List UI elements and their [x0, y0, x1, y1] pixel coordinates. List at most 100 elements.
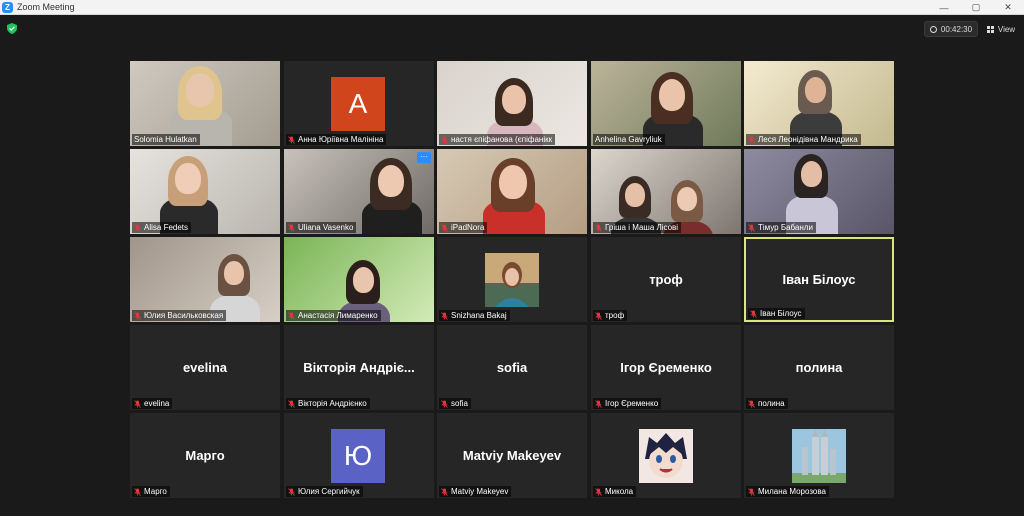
muted-mic-icon: [441, 223, 451, 232]
participant-name-label: Matviy Makeyev: [439, 486, 512, 497]
participant-name-label: sofia: [439, 398, 471, 409]
participant-name: Snizhana Bakaj: [451, 311, 507, 320]
muted-mic-icon: [750, 309, 760, 318]
participant-name-label: Юлия Васильковская: [132, 310, 227, 321]
participant-name-label: Анастасія Лимаренко: [286, 310, 381, 321]
meeting-timer: 00:42:30: [924, 21, 978, 37]
participant-tile[interactable]: Марго Марго: [130, 413, 280, 498]
muted-mic-icon: [748, 135, 758, 144]
muted-mic-icon: [441, 487, 451, 496]
close-button[interactable]: ✕: [992, 0, 1024, 15]
participant-tile[interactable]: ··· Uliana Vasenko: [284, 149, 434, 234]
maximize-button[interactable]: ▢: [960, 0, 992, 15]
muted-mic-icon: [748, 487, 758, 496]
participant-name: Іван Білоус: [760, 309, 802, 318]
participant-name: Юлия Васильковская: [144, 311, 224, 320]
participant-name-label: Іван Білоус: [748, 308, 805, 319]
participant-tile[interactable]: Юлия Васильковская: [130, 237, 280, 322]
minimize-button[interactable]: —: [928, 0, 960, 15]
muted-mic-icon: [595, 311, 605, 320]
profile-picture: [639, 429, 693, 483]
participant-tile[interactable]: настя єпіфанова (єпіфанікк: [437, 61, 587, 146]
participant-name-label: Uliana Vasenko: [286, 222, 357, 233]
participant-name-label: Юлия Сергийчук: [286, 486, 363, 497]
participant-name: Ігор Єременко: [605, 399, 659, 408]
participant-name: iPadNora: [451, 223, 485, 232]
participant-name-label: iPadNora: [439, 222, 488, 233]
participant-name: Solomia Hulatkan: [134, 135, 197, 144]
participant-tile[interactable]: Милана Морозова: [744, 413, 894, 498]
meeting-controls-bar: [0, 508, 1024, 516]
participant-name-label: Тімур Бабанли: [746, 222, 816, 233]
participant-tile[interactable]: A Анна Юріївна Малініна: [284, 61, 434, 146]
muted-mic-icon: [288, 311, 298, 320]
muted-mic-icon: [134, 487, 144, 496]
zoom-logo-icon: Z: [2, 1, 13, 13]
muted-mic-icon: [134, 399, 144, 408]
participant-name: Тімур Бабанли: [758, 223, 813, 232]
participant-tile[interactable]: Анастасія Лимаренко: [284, 237, 434, 322]
participant-tile[interactable]: Тімур Бабанли: [744, 149, 894, 234]
participant-tile[interactable]: Леся Леонідівна Мандрика: [744, 61, 894, 146]
participant-tile[interactable]: Вікторія Андріє... Вікторія Андрієнко: [284, 325, 434, 410]
participant-name: sofia: [451, 399, 468, 408]
participant-tile[interactable]: Іван Білоус Іван Білоус: [744, 237, 894, 322]
view-button[interactable]: View: [983, 21, 1019, 37]
muted-mic-icon: [134, 311, 144, 320]
participant-name-label: Вікторія Андрієнко: [286, 398, 370, 409]
participant-tile[interactable]: iPadNora: [437, 149, 587, 234]
participant-name-label: настя єпіфанова (єпіфанікк: [439, 134, 556, 145]
participant-tile[interactable]: Matviy Makeyev Matviy Makeyev: [437, 413, 587, 498]
participant-tile[interactable]: Anhelina Gavryliuk: [591, 61, 741, 146]
participant-name-label: троф: [593, 310, 628, 321]
participant-tile[interactable]: Гріша і Маша Лісові: [591, 149, 741, 234]
participant-tile[interactable]: sofia sofia: [437, 325, 587, 410]
participant-name: Matviy Makeyev: [451, 487, 509, 496]
muted-mic-icon: [595, 223, 605, 232]
participant-name: настя єпіфанова (єпіфанікк: [451, 135, 553, 144]
participant-name: evelina: [144, 399, 170, 408]
participant-name-label: Snizhana Bakaj: [439, 310, 510, 321]
muted-mic-icon: [441, 311, 451, 320]
window-title: Zoom Meeting: [17, 2, 75, 12]
participant-name: Юлия Сергийчук: [298, 487, 360, 496]
participant-name: Милана Морозова: [758, 487, 826, 496]
participant-name: Anhelina Gavryliuk: [595, 135, 662, 144]
muted-mic-icon: [134, 223, 144, 232]
participant-name: полина: [758, 399, 785, 408]
participant-name-label: Микола: [593, 486, 637, 497]
participant-avatar: A: [331, 77, 385, 131]
participant-name-label: Милана Морозова: [746, 486, 829, 497]
participant-name: троф: [605, 311, 625, 320]
participant-tile[interactable]: полина полина: [744, 325, 894, 410]
participant-name: Вікторія Андрієнко: [298, 399, 367, 408]
muted-mic-icon: [748, 399, 758, 408]
participant-name: Марго: [144, 487, 167, 496]
participant-name-label: Гріша і Маша Лісові: [593, 222, 682, 233]
participant-tile[interactable]: Микола: [591, 413, 741, 498]
participant-name-label: Леся Леонідівна Мандрика: [746, 134, 861, 145]
participant-tile[interactable]: Snizhana Bakaj: [437, 237, 587, 322]
participant-tile[interactable]: Ігор Єременко Ігор Єременко: [591, 325, 741, 410]
muted-mic-icon: [288, 399, 298, 408]
participant-name: Alisa Fedets: [144, 223, 189, 232]
security-shield-icon[interactable]: [7, 23, 17, 34]
muted-mic-icon: [441, 399, 451, 408]
view-button-label: View: [997, 24, 1016, 34]
more-options-button[interactable]: ···: [417, 152, 431, 163]
participant-name-label: Марго: [132, 486, 170, 497]
participant-name: Гріша і Маша Лісові: [605, 223, 679, 232]
participant-tile[interactable]: Alisa Fedets: [130, 149, 280, 234]
muted-mic-icon: [595, 399, 605, 408]
participant-tile[interactable]: Ю Юлия Сергийчук: [284, 413, 434, 498]
muted-mic-icon: [288, 223, 298, 232]
profile-picture: [485, 253, 539, 307]
participant-name-label: evelina: [132, 398, 173, 409]
muted-mic-icon: [288, 487, 298, 496]
participant-tile[interactable]: Solomia Hulatkan: [130, 61, 280, 146]
participant-tile[interactable]: троф троф: [591, 237, 741, 322]
muted-mic-icon: [288, 135, 298, 144]
participant-avatar: Ю: [331, 429, 385, 483]
participant-name-label: Alisa Fedets: [132, 222, 192, 233]
participant-tile[interactable]: evelina evelina: [130, 325, 280, 410]
